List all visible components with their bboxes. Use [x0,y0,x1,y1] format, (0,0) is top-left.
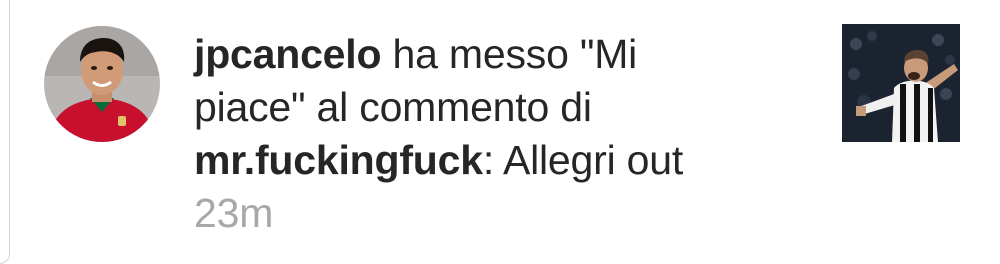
comment-prefix: : [482,137,503,183]
timestamp: 23m [194,190,274,236]
post-thumbnail[interactable] [842,24,960,142]
user-avatar[interactable] [44,26,160,142]
comment-text: Allegri out [502,137,684,183]
notification-screen: jpcancelo ha messo "Mi piace" al comment… [0,0,1000,264]
post-photo-icon [842,24,960,142]
avatar-photo-icon [44,26,160,142]
actor-username-link[interactable]: jpcancelo [194,31,382,77]
container-edge [0,0,10,264]
target-username-link[interactable]: mr.fuckingfuck [194,137,483,183]
notification-text: jpcancelo ha messo "Mi piace" al comment… [194,28,754,240]
